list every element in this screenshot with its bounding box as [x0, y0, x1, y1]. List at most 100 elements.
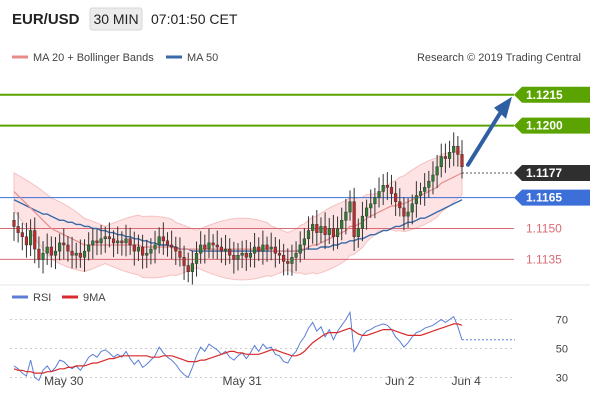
- pair-title: EUR/USD: [12, 11, 80, 28]
- candle-body: [215, 244, 219, 248]
- candle-body: [298, 244, 302, 254]
- candle-body: [282, 255, 286, 262]
- candle-body: [178, 250, 182, 258]
- candle-body: [443, 156, 447, 159]
- level-label-1.1165: 1.1165: [526, 191, 562, 205]
- candle-body: [132, 244, 136, 252]
- candle-body: [302, 238, 306, 246]
- candle-body: [219, 246, 223, 252]
- candle-body: [78, 252, 82, 258]
- rsi-tick-30: 30: [556, 373, 568, 385]
- candle-body: [141, 246, 145, 256]
- candle-body: [87, 244, 91, 252]
- candle-body: [381, 185, 385, 192]
- candle-body: [277, 252, 282, 256]
- candle-body: [99, 238, 103, 244]
- candle-body: [20, 232, 24, 237]
- candle-body: [265, 244, 269, 250]
- rsi-tick-50: 50: [556, 344, 568, 356]
- candle-body: [49, 246, 53, 256]
- candle-body: [377, 191, 381, 198]
- candle-body: [29, 230, 33, 246]
- candle-body: [240, 252, 244, 256]
- candle-body: [145, 252, 149, 256]
- candle-body: [62, 242, 66, 246]
- level-label-1.1200: 1.1200: [526, 119, 563, 133]
- candle-body: [427, 180, 431, 188]
- candle-body: [414, 195, 418, 205]
- candle-body: [273, 246, 277, 254]
- candle-body: [228, 248, 232, 256]
- candle-body: [128, 238, 132, 246]
- candle-body: [37, 248, 41, 260]
- x-axis: May 30 May 31 Jun 2 Jun 4: [44, 374, 481, 388]
- candle-body: [211, 242, 215, 246]
- candle-body: [460, 154, 464, 168]
- candle-body: [45, 246, 49, 254]
- candle-body: [203, 244, 207, 250]
- candle-body: [107, 236, 111, 240]
- candle-body: [58, 242, 62, 252]
- candle-body: [24, 236, 29, 246]
- candle-body: [111, 238, 116, 244]
- candle-body: [91, 240, 95, 246]
- candle-body: [120, 240, 124, 244]
- rsi-lines: [13, 310, 515, 382]
- candle-body: [223, 248, 228, 252]
- candle-body: [456, 145, 460, 155]
- candle-body: [402, 207, 406, 217]
- x-label-May-31: May 31: [222, 374, 262, 388]
- candle-body: [199, 244, 203, 254]
- candle-body: [194, 252, 199, 264]
- candle-body: [116, 240, 120, 244]
- candle-body: [236, 255, 240, 260]
- candle-body: [306, 230, 311, 240]
- candles: [12, 132, 464, 285]
- candle-body: [439, 156, 443, 168]
- candle-body: [165, 240, 170, 246]
- candle-body: [207, 242, 211, 250]
- candle-body: [348, 201, 352, 213]
- candle-body: [352, 201, 356, 237]
- header: EUR/USD 30 MIN 07:01:50 CET: [12, 7, 238, 31]
- candle-body: [174, 246, 178, 252]
- rsi-legend: RSI 9MA: [12, 292, 106, 304]
- ma9-legend-label: 9MA: [83, 292, 106, 304]
- chart-canvas: EUR/USD 30 MIN 07:01:50 CET MA 20 + Boll…: [0, 7, 590, 388]
- forecast-arrow: [466, 96, 512, 167]
- candle-body: [70, 250, 74, 256]
- forecast-arrow-shaft: [466, 109, 503, 167]
- candle-body: [153, 244, 157, 250]
- candle-body: [331, 228, 335, 237]
- candle-body: [344, 211, 348, 221]
- x-label-Jun-2: Jun 2: [385, 374, 415, 388]
- candle-body: [319, 226, 323, 233]
- credit-text: Research © 2019 Trading Central: [417, 52, 581, 64]
- candle-body: [157, 236, 161, 246]
- level-label-1.1150: 1.1150: [526, 222, 562, 236]
- candle-body: [431, 174, 435, 182]
- candle-body: [373, 197, 377, 205]
- candle-body: [290, 257, 294, 264]
- candle-body: [253, 246, 257, 254]
- candle-body: [103, 236, 107, 240]
- candle-body: [406, 211, 410, 217]
- candle-body: [232, 255, 236, 260]
- candle-body: [269, 246, 273, 250]
- candle-body: [186, 265, 190, 272]
- candle-body: [41, 252, 45, 260]
- level-label-1.1215: 1.1215: [526, 88, 563, 102]
- candle-body: [244, 252, 248, 258]
- ma50-legend-label: MA 50: [187, 52, 218, 64]
- candle-body: [311, 224, 315, 231]
- ma20-legend-label: MA 20 + Bollinger Bands: [33, 52, 154, 64]
- candle-body: [394, 193, 398, 202]
- candle-body: [16, 226, 20, 233]
- candle-body: [12, 220, 16, 227]
- candle-body: [248, 252, 253, 258]
- candle-body: [323, 226, 327, 235]
- candle-body: [136, 246, 141, 252]
- candle-body: [315, 224, 319, 233]
- x-label-May-30: May 30: [44, 374, 84, 388]
- candle-body: [294, 252, 298, 258]
